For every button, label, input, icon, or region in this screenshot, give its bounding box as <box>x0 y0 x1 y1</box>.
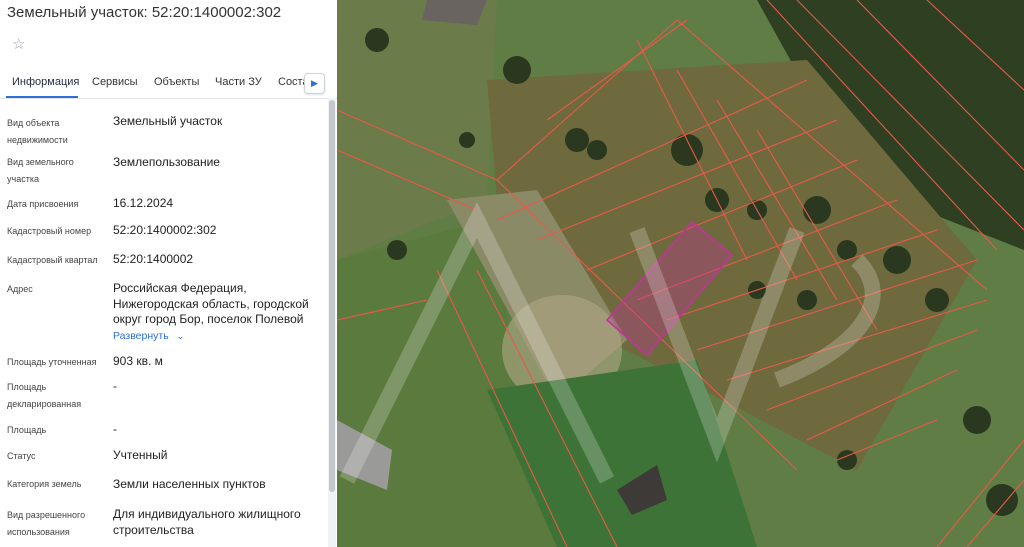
map-canvas[interactable] <box>337 0 1024 547</box>
field-label-area: Площадь <box>7 425 47 435</box>
panel-title: Земельный участок: 52:20:1400002:302 <box>7 4 282 21</box>
field-label-assignment-date: Дата присвоения <box>7 199 79 209</box>
tab-bar: Информация Сервисы Объекты Части ЗУ Сост… <box>0 64 337 99</box>
field-label-land-category: Категория земель <box>7 479 82 489</box>
field-label-cadastral-quarter: Кадастровый квартал <box>7 255 98 265</box>
tab-services[interactable]: Сервисы <box>92 76 138 88</box>
expand-address-link[interactable]: Развернуть ⌄ <box>113 330 184 342</box>
field-label-address: Адрес <box>7 284 33 294</box>
chevron-down-icon: ⌄ <box>176 331 185 341</box>
field-label-area-declared: Площадь декларированная <box>7 382 82 409</box>
field-value-status: Учтенный <box>113 448 168 462</box>
field-label-status: Статус <box>7 451 36 461</box>
field-value-cadastral-quarter: 52:20:1400002 <box>113 252 194 266</box>
field-label-cadastral-number: Кадастровый номер <box>7 226 92 236</box>
tab-parcel-parts[interactable]: Части ЗУ <box>215 76 262 88</box>
expand-label: Развернуть <box>113 330 169 342</box>
field-label-parcel-type: Вид земельного участка <box>7 157 74 184</box>
field-label-area-refined: Площадь уточненная <box>7 357 97 367</box>
scrollbar-thumb[interactable] <box>329 100 335 492</box>
active-tab-indicator <box>6 96 78 98</box>
field-value-assignment-date: 16.12.2024 <box>113 196 174 210</box>
tab-information[interactable]: Информация <box>12 76 79 88</box>
field-value-address: Российская Федерация, Нижегородская обла… <box>113 281 309 326</box>
star-icon[interactable]: ☆ <box>12 37 25 53</box>
field-value-area-refined: 903 кв. м <box>113 354 163 368</box>
satellite-map[interactable] <box>337 0 1024 547</box>
field-label-object-type: Вид объекта недвижимости <box>7 118 68 145</box>
field-value-area: - <box>113 422 117 436</box>
field-value-land-category: Земли населенных пунктов <box>113 477 266 491</box>
field-value-area-declared: - <box>113 379 117 393</box>
field-value-object-type: Земельный участок <box>113 114 223 128</box>
field-value-cadastral-number: 52:20:1400002:302 <box>113 223 217 237</box>
chevron-right-icon[interactable]: ▶ <box>304 73 325 94</box>
info-panel: Земельный участок: 52:20:1400002:302 ☆ И… <box>0 0 337 547</box>
tab-objects[interactable]: Объекты <box>154 76 199 88</box>
field-value-permitted-use: Для индивидуального жилищного строительс… <box>113 507 301 537</box>
field-label-permitted-use: Вид разрешенного использования <box>7 510 86 537</box>
field-value-parcel-type: Землепользование <box>113 155 220 169</box>
